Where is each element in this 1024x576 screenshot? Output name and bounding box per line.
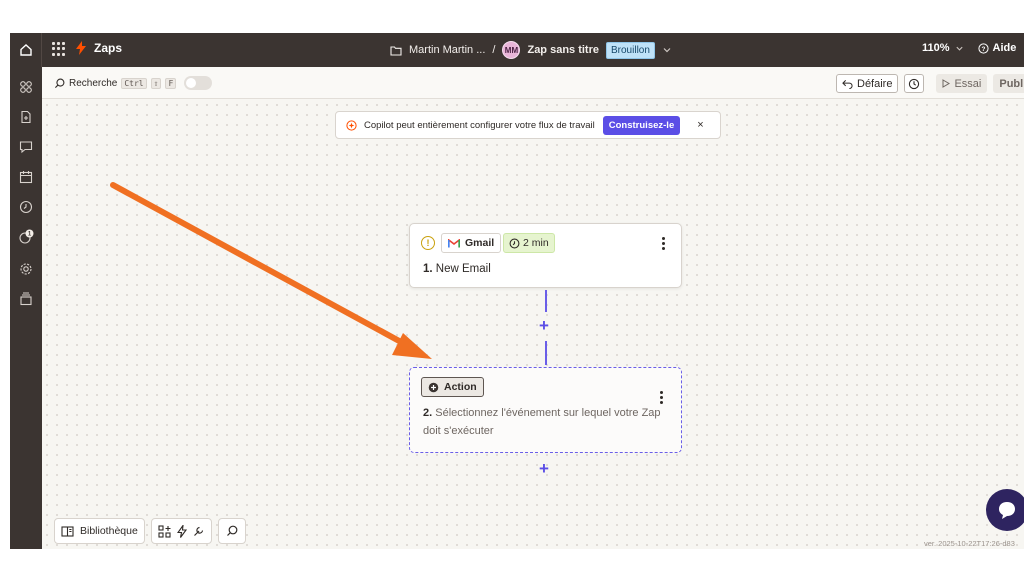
help-icon: ? <box>977 42 989 54</box>
settings-icon[interactable] <box>18 261 34 277</box>
step-name: New Email <box>435 263 491 275</box>
clock-icon[interactable] <box>18 199 34 215</box>
history-icon[interactable]: 1 <box>18 229 34 245</box>
app-frame: Zaps Martin Martin ... / MM Zap sans tit… <box>10 33 1024 549</box>
action-chip-label: Action <box>444 381 477 393</box>
timer-button[interactable] <box>904 74 925 93</box>
breadcrumb-separator: / <box>492 44 496 56</box>
avatar[interactable]: MM <box>502 41 521 59</box>
shortcut-key: F <box>165 77 177 89</box>
publish-button[interactable]: Publi <box>993 74 1024 93</box>
undo-label: Défaire <box>857 77 893 90</box>
zoom-level: 110% <box>922 42 950 54</box>
search-icon <box>226 525 238 536</box>
app-name: Zaps <box>94 41 123 55</box>
copilot-banner: Copilot peut entièrement configurer votr… <box>335 111 721 139</box>
polling-interval-label: 2 min <box>523 237 549 249</box>
home-icon[interactable] <box>10 33 42 67</box>
library-button[interactable]: Bibliothèque <box>54 518 145 544</box>
folder-icon <box>390 45 402 56</box>
canvas-search-button[interactable] <box>217 518 246 544</box>
svg-text:?: ? <box>981 45 985 52</box>
action-chip: Action <box>421 377 484 397</box>
chat-support-button[interactable] <box>986 489 1024 531</box>
timer-icon <box>909 78 920 89</box>
add-step-button[interactable]: + <box>539 460 549 477</box>
left-sidebar: 1 <box>10 67 42 549</box>
publish-label: Publi <box>999 77 1024 90</box>
add-widget-icon[interactable] <box>158 524 171 538</box>
search-toggle[interactable] <box>184 76 213 90</box>
search-label: Recherche <box>69 77 118 89</box>
layers-icon[interactable] <box>18 291 34 307</box>
plus-circle-icon <box>428 382 439 392</box>
step-description: Sélectionnez l'événement sur lequel votr… <box>423 407 661 437</box>
test-button[interactable]: Essai <box>936 74 988 93</box>
polling-interval-chip: 2 min <box>503 233 555 253</box>
app-name-label: Gmail <box>465 237 495 249</box>
book-icon <box>61 525 74 537</box>
copilot-sparkle-icon <box>346 119 357 131</box>
search-icon <box>54 78 65 88</box>
top-right-controls: 110% ? Aide <box>922 42 1016 54</box>
undo-button[interactable]: Défaire <box>836 74 899 93</box>
step-title: 2. Sélectionnez l'événement sur lequel v… <box>423 404 663 440</box>
help-button[interactable]: ? Aide <box>977 42 1017 54</box>
toolbar-actions: Défaire Essai Publi <box>836 74 1024 93</box>
build-it-button[interactable]: Construisez-le <box>602 115 681 135</box>
bolt-icon[interactable] <box>176 524 187 538</box>
top-bar: Zaps Martin Martin ... / MM Zap sans tit… <box>10 33 1024 67</box>
quick-tools <box>150 518 212 544</box>
chat-bubble-icon <box>999 502 1015 519</box>
copilot-banner-text: Copilot peut entièrement configurer votr… <box>364 119 595 131</box>
shortcut-ctrl: Ctrl <box>121 77 147 89</box>
gmail-icon <box>448 238 460 247</box>
step-title: 1. New Email <box>423 263 491 275</box>
action-step-card[interactable]: Action 2. Sélectionnez l'événement sur l… <box>409 367 682 453</box>
trigger-step-card[interactable]: ! Gmail 2 min 1. New Email <box>409 223 682 288</box>
undo-icon <box>842 79 853 89</box>
connector-line <box>545 290 547 312</box>
warning-icon: ! <box>421 236 435 250</box>
search-bar[interactable]: Recherche Ctrl ⇧ F <box>54 76 213 90</box>
wrench-icon[interactable] <box>193 525 205 537</box>
breadcrumb-folder[interactable]: Martin Martin ... <box>409 44 485 56</box>
calendar-icon[interactable] <box>18 169 34 185</box>
version-label: ver. 2025-10-22T17:26-d83 <box>924 539 1015 548</box>
breadcrumb: Martin Martin ... / MM Zap sans titre Br… <box>390 41 672 59</box>
chat-icon[interactable] <box>18 139 34 155</box>
zap-bolt-icon <box>76 41 86 55</box>
zap-title[interactable]: Zap sans titre <box>527 44 599 56</box>
play-icon <box>942 79 951 88</box>
step-menu-icon[interactable] <box>662 237 666 250</box>
step-number: 1. <box>423 263 433 275</box>
test-label: Essai <box>954 77 982 90</box>
chevron-down-icon[interactable] <box>662 45 672 55</box>
brand[interactable]: Zaps <box>76 41 122 55</box>
app-grid-icon[interactable] <box>52 42 66 56</box>
status-badge: Brouillon <box>606 41 655 59</box>
step-number: 2. <box>423 407 433 419</box>
add-step-button[interactable]: + <box>539 317 549 334</box>
shortcut-shift: ⇧ <box>150 77 162 89</box>
zoom-control[interactable]: 110% <box>922 42 964 54</box>
connector-line <box>545 341 547 365</box>
app-chip-gmail: Gmail <box>441 233 502 253</box>
canvas-toolbar: Recherche Ctrl ⇧ F Défaire Essai Publi <box>42 67 1024 99</box>
help-label: Aide <box>992 42 1017 54</box>
close-icon[interactable]: × <box>697 119 703 131</box>
chevron-down-icon <box>955 46 963 51</box>
bottom-toolbar: Bibliothèque <box>54 518 246 544</box>
library-label: Bibliothèque <box>80 525 138 537</box>
zap-canvas[interactable] <box>42 100 1024 549</box>
file-add-icon[interactable] <box>18 109 34 125</box>
step-menu-icon[interactable] <box>660 391 664 404</box>
sidebar-apps-icon[interactable] <box>18 79 34 95</box>
clock-icon <box>509 238 520 248</box>
